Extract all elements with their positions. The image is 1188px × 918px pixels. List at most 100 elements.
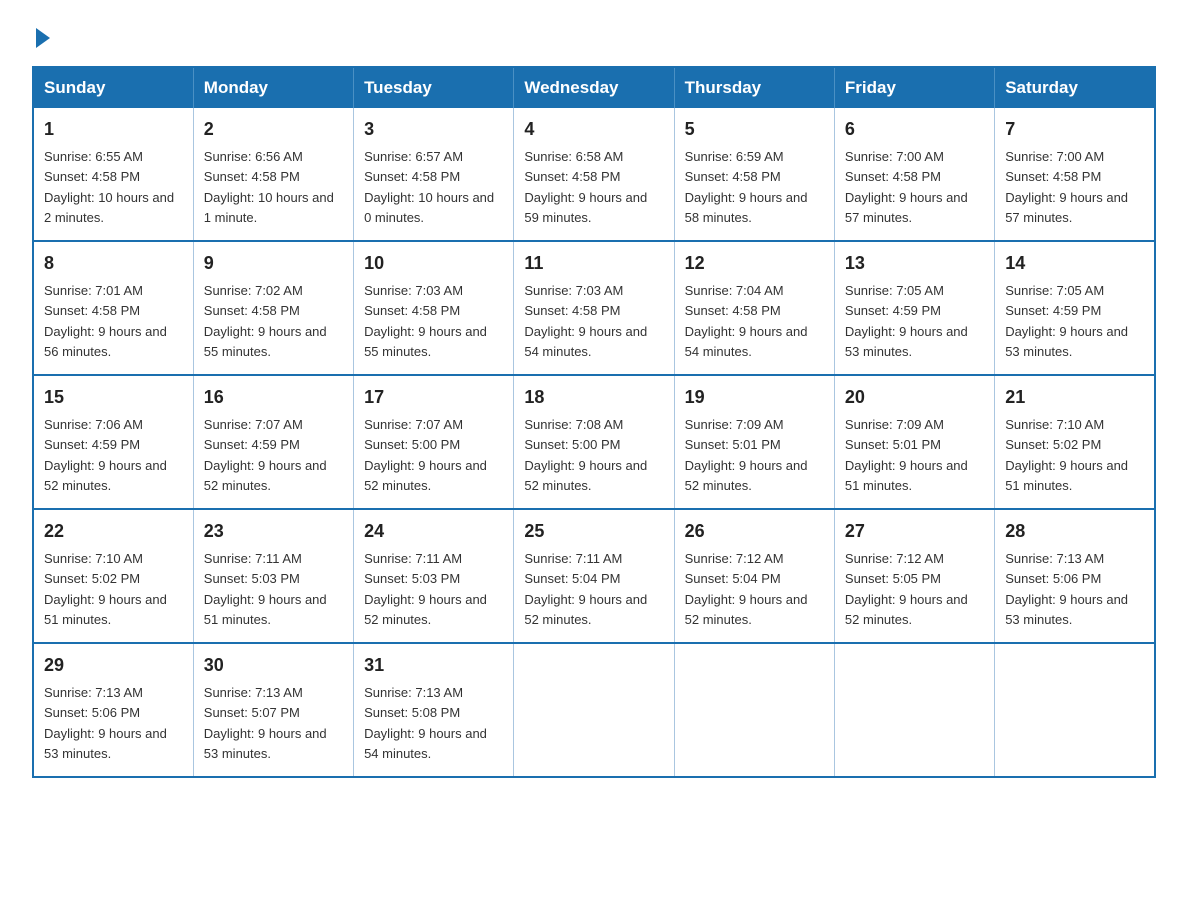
weekday-header-saturday: Saturday — [995, 67, 1155, 108]
day-number: 22 — [44, 518, 183, 545]
weekday-header-monday: Monday — [193, 67, 353, 108]
day-number: 8 — [44, 250, 183, 277]
day-number: 4 — [524, 116, 663, 143]
calendar-table: SundayMondayTuesdayWednesdayThursdayFrid… — [32, 66, 1156, 778]
calendar-day-cell — [514, 643, 674, 777]
day-number: 31 — [364, 652, 503, 679]
day-number: 3 — [364, 116, 503, 143]
calendar-week-row: 15 Sunrise: 7:06 AMSunset: 4:59 PMDaylig… — [33, 375, 1155, 509]
day-number: 26 — [685, 518, 824, 545]
day-info: Sunrise: 7:10 AMSunset: 5:02 PMDaylight:… — [44, 551, 167, 627]
calendar-day-cell: 25 Sunrise: 7:11 AMSunset: 5:04 PMDaylig… — [514, 509, 674, 643]
day-number: 12 — [685, 250, 824, 277]
calendar-day-cell: 3 Sunrise: 6:57 AMSunset: 4:58 PMDayligh… — [354, 108, 514, 241]
calendar-day-cell: 13 Sunrise: 7:05 AMSunset: 4:59 PMDaylig… — [834, 241, 994, 375]
calendar-day-cell: 30 Sunrise: 7:13 AMSunset: 5:07 PMDaylig… — [193, 643, 353, 777]
day-info: Sunrise: 7:03 AMSunset: 4:58 PMDaylight:… — [364, 283, 487, 359]
day-number: 30 — [204, 652, 343, 679]
day-info: Sunrise: 7:09 AMSunset: 5:01 PMDaylight:… — [685, 417, 808, 493]
page-header — [32, 24, 1156, 48]
calendar-day-cell: 12 Sunrise: 7:04 AMSunset: 4:58 PMDaylig… — [674, 241, 834, 375]
calendar-day-cell: 21 Sunrise: 7:10 AMSunset: 5:02 PMDaylig… — [995, 375, 1155, 509]
calendar-day-cell: 4 Sunrise: 6:58 AMSunset: 4:58 PMDayligh… — [514, 108, 674, 241]
calendar-day-cell: 24 Sunrise: 7:11 AMSunset: 5:03 PMDaylig… — [354, 509, 514, 643]
day-info: Sunrise: 7:03 AMSunset: 4:58 PMDaylight:… — [524, 283, 647, 359]
day-info: Sunrise: 7:00 AMSunset: 4:58 PMDaylight:… — [1005, 149, 1128, 225]
day-number: 6 — [845, 116, 984, 143]
weekday-header-friday: Friday — [834, 67, 994, 108]
day-number: 13 — [845, 250, 984, 277]
day-number: 21 — [1005, 384, 1144, 411]
day-info: Sunrise: 7:06 AMSunset: 4:59 PMDaylight:… — [44, 417, 167, 493]
day-number: 1 — [44, 116, 183, 143]
calendar-day-cell: 22 Sunrise: 7:10 AMSunset: 5:02 PMDaylig… — [33, 509, 193, 643]
day-number: 20 — [845, 384, 984, 411]
day-info: Sunrise: 7:13 AMSunset: 5:08 PMDaylight:… — [364, 685, 487, 761]
day-info: Sunrise: 7:11 AMSunset: 5:04 PMDaylight:… — [524, 551, 647, 627]
calendar-day-cell: 6 Sunrise: 7:00 AMSunset: 4:58 PMDayligh… — [834, 108, 994, 241]
day-info: Sunrise: 7:12 AMSunset: 5:05 PMDaylight:… — [845, 551, 968, 627]
calendar-day-cell: 10 Sunrise: 7:03 AMSunset: 4:58 PMDaylig… — [354, 241, 514, 375]
calendar-day-cell: 15 Sunrise: 7:06 AMSunset: 4:59 PMDaylig… — [33, 375, 193, 509]
weekday-header-thursday: Thursday — [674, 67, 834, 108]
logo — [32, 24, 50, 48]
calendar-day-cell: 20 Sunrise: 7:09 AMSunset: 5:01 PMDaylig… — [834, 375, 994, 509]
day-info: Sunrise: 7:09 AMSunset: 5:01 PMDaylight:… — [845, 417, 968, 493]
calendar-day-cell: 14 Sunrise: 7:05 AMSunset: 4:59 PMDaylig… — [995, 241, 1155, 375]
calendar-day-cell: 28 Sunrise: 7:13 AMSunset: 5:06 PMDaylig… — [995, 509, 1155, 643]
calendar-day-cell: 18 Sunrise: 7:08 AMSunset: 5:00 PMDaylig… — [514, 375, 674, 509]
calendar-day-cell: 9 Sunrise: 7:02 AMSunset: 4:58 PMDayligh… — [193, 241, 353, 375]
day-number: 15 — [44, 384, 183, 411]
calendar-day-cell — [834, 643, 994, 777]
calendar-day-cell: 31 Sunrise: 7:13 AMSunset: 5:08 PMDaylig… — [354, 643, 514, 777]
calendar-day-cell: 26 Sunrise: 7:12 AMSunset: 5:04 PMDaylig… — [674, 509, 834, 643]
calendar-day-cell: 29 Sunrise: 7:13 AMSunset: 5:06 PMDaylig… — [33, 643, 193, 777]
day-number: 16 — [204, 384, 343, 411]
calendar-day-cell: 17 Sunrise: 7:07 AMSunset: 5:00 PMDaylig… — [354, 375, 514, 509]
day-number: 7 — [1005, 116, 1144, 143]
day-info: Sunrise: 7:11 AMSunset: 5:03 PMDaylight:… — [364, 551, 487, 627]
calendar-day-cell: 8 Sunrise: 7:01 AMSunset: 4:58 PMDayligh… — [33, 241, 193, 375]
calendar-day-cell: 5 Sunrise: 6:59 AMSunset: 4:58 PMDayligh… — [674, 108, 834, 241]
day-number: 14 — [1005, 250, 1144, 277]
day-info: Sunrise: 7:13 AMSunset: 5:07 PMDaylight:… — [204, 685, 327, 761]
day-number: 25 — [524, 518, 663, 545]
weekday-header-sunday: Sunday — [33, 67, 193, 108]
day-number: 24 — [364, 518, 503, 545]
calendar-day-cell: 11 Sunrise: 7:03 AMSunset: 4:58 PMDaylig… — [514, 241, 674, 375]
day-info: Sunrise: 7:08 AMSunset: 5:00 PMDaylight:… — [524, 417, 647, 493]
day-info: Sunrise: 6:57 AMSunset: 4:58 PMDaylight:… — [364, 149, 494, 225]
day-info: Sunrise: 6:56 AMSunset: 4:58 PMDaylight:… — [204, 149, 334, 225]
logo-arrow-icon — [36, 28, 50, 48]
day-info: Sunrise: 7:13 AMSunset: 5:06 PMDaylight:… — [1005, 551, 1128, 627]
calendar-day-cell: 23 Sunrise: 7:11 AMSunset: 5:03 PMDaylig… — [193, 509, 353, 643]
day-info: Sunrise: 7:13 AMSunset: 5:06 PMDaylight:… — [44, 685, 167, 761]
day-number: 23 — [204, 518, 343, 545]
calendar-day-cell: 7 Sunrise: 7:00 AMSunset: 4:58 PMDayligh… — [995, 108, 1155, 241]
calendar-day-cell: 1 Sunrise: 6:55 AMSunset: 4:58 PMDayligh… — [33, 108, 193, 241]
day-number: 18 — [524, 384, 663, 411]
day-info: Sunrise: 7:12 AMSunset: 5:04 PMDaylight:… — [685, 551, 808, 627]
day-number: 17 — [364, 384, 503, 411]
calendar-day-cell: 19 Sunrise: 7:09 AMSunset: 5:01 PMDaylig… — [674, 375, 834, 509]
day-info: Sunrise: 7:07 AMSunset: 5:00 PMDaylight:… — [364, 417, 487, 493]
calendar-day-cell — [995, 643, 1155, 777]
calendar-header-row: SundayMondayTuesdayWednesdayThursdayFrid… — [33, 67, 1155, 108]
day-number: 10 — [364, 250, 503, 277]
day-info: Sunrise: 7:11 AMSunset: 5:03 PMDaylight:… — [204, 551, 327, 627]
weekday-header-wednesday: Wednesday — [514, 67, 674, 108]
day-info: Sunrise: 6:55 AMSunset: 4:58 PMDaylight:… — [44, 149, 174, 225]
weekday-header-tuesday: Tuesday — [354, 67, 514, 108]
calendar-day-cell: 27 Sunrise: 7:12 AMSunset: 5:05 PMDaylig… — [834, 509, 994, 643]
day-info: Sunrise: 7:00 AMSunset: 4:58 PMDaylight:… — [845, 149, 968, 225]
calendar-week-row: 29 Sunrise: 7:13 AMSunset: 5:06 PMDaylig… — [33, 643, 1155, 777]
day-info: Sunrise: 7:05 AMSunset: 4:59 PMDaylight:… — [1005, 283, 1128, 359]
day-info: Sunrise: 6:59 AMSunset: 4:58 PMDaylight:… — [685, 149, 808, 225]
day-number: 2 — [204, 116, 343, 143]
day-info: Sunrise: 7:10 AMSunset: 5:02 PMDaylight:… — [1005, 417, 1128, 493]
day-info: Sunrise: 7:05 AMSunset: 4:59 PMDaylight:… — [845, 283, 968, 359]
calendar-week-row: 22 Sunrise: 7:10 AMSunset: 5:02 PMDaylig… — [33, 509, 1155, 643]
day-info: Sunrise: 6:58 AMSunset: 4:58 PMDaylight:… — [524, 149, 647, 225]
calendar-day-cell: 16 Sunrise: 7:07 AMSunset: 4:59 PMDaylig… — [193, 375, 353, 509]
calendar-week-row: 8 Sunrise: 7:01 AMSunset: 4:58 PMDayligh… — [33, 241, 1155, 375]
